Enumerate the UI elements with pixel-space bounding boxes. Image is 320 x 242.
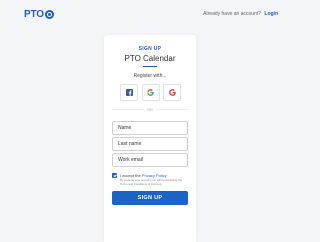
login-prompt: Already have an account? Login [203,11,278,17]
page-title: PTO Calendar [124,54,176,63]
login-link[interactable]: Login [264,11,278,17]
last-name-placeholder: Last name [118,141,142,147]
google-icon [147,89,154,96]
facebook-icon [125,89,133,96]
app-logo[interactable]: PTO [24,9,54,20]
or-divider: OR [112,107,188,112]
consent-text: I accept the Privacy Policy By creating … [120,173,188,186]
work-email-field[interactable]: Work email [112,153,188,167]
name-placeholder: Name [118,125,132,131]
signup-card: SIGN UP PTO Calendar Register with... OR… [104,35,196,242]
logo-text: PTO [24,9,44,20]
terms-fine-print: By creating your account you will be acc… [120,178,183,186]
account-prompt-text: Already have an account? [203,11,261,17]
sign-up-button[interactable]: SIGN UP [112,191,188,206]
last-name-field[interactable]: Last name [112,137,188,151]
register-with-label: Register with... [133,73,167,79]
google-button[interactable] [141,84,160,101]
logo-mark-icon [44,10,54,19]
google-plus-icon [168,89,176,96]
work-email-placeholder: Work email [118,157,143,163]
social-login-row [120,84,181,101]
signup-overline: SIGN UP [138,46,162,52]
title-underline [143,66,157,67]
privacy-consent: I accept the Privacy Policy By creating … [112,173,188,186]
google-plus-button[interactable] [163,84,181,101]
facebook-button[interactable] [120,84,138,101]
name-field[interactable]: Name [112,121,188,135]
privacy-checkbox[interactable] [112,173,117,178]
divider-line [156,109,188,110]
or-label: OR [147,107,153,112]
divider-line [112,109,144,110]
